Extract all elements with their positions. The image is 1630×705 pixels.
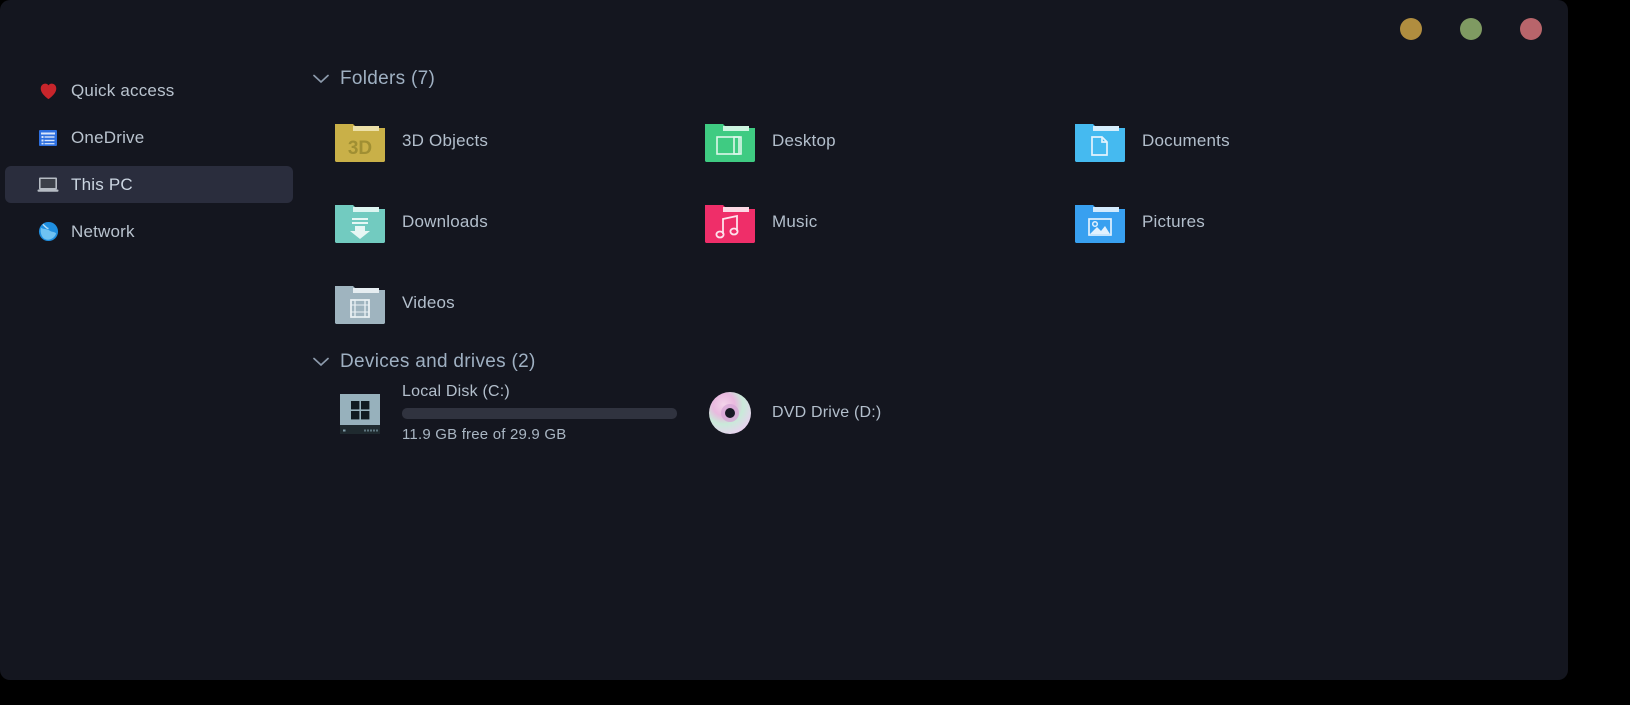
sidebar-item-label: Quick access	[71, 80, 175, 100]
folder-tile-label: Documents	[1142, 130, 1230, 150]
network-globe-icon	[37, 221, 59, 243]
drive-name: Local Disk (C:)	[402, 383, 510, 400]
chevron-down-icon[interactable]	[310, 68, 332, 90]
drive-name: DVD Drive (D:)	[772, 404, 882, 421]
folder-tile-label: Desktop	[772, 130, 836, 150]
drives-list: Local Disk (C:) 11.9 GB free of 29.9 GB	[330, 383, 1568, 443]
folder-tile-label: Music	[772, 211, 818, 231]
sidebar-item-onedrive[interactable]: OneDrive	[5, 119, 293, 156]
folder-desktop-icon	[700, 111, 760, 171]
folder-music-icon	[700, 192, 760, 252]
folder-pictures-icon	[1070, 192, 1130, 252]
folder-tile-label: Downloads	[402, 211, 488, 231]
file-explorer-window: Quick access OneDrive This PC Network Fo…	[0, 0, 1568, 680]
folder-videos-icon	[330, 273, 390, 333]
folder-tile-downloads[interactable]: Downloads	[330, 181, 700, 262]
drive-free-space: 11.9 GB free of 29.9 GB	[402, 426, 567, 443]
chevron-down-icon[interactable]	[310, 351, 332, 373]
folders-group-header[interactable]: Folders (7)	[310, 64, 1568, 94]
heart-icon	[37, 80, 59, 102]
folder-tile-desktop[interactable]: Desktop	[700, 100, 1070, 181]
local-disk-icon	[330, 383, 390, 443]
window-controls	[1400, 18, 1542, 40]
minimize-button[interactable]	[1400, 18, 1422, 40]
drives-group-header[interactable]: Devices and drives (2)	[310, 347, 1568, 377]
sidebar-item-label: This PC	[71, 174, 133, 194]
folder-downloads-icon	[330, 192, 390, 252]
close-button[interactable]	[1520, 18, 1542, 40]
folder-3d-objects-icon: 3D	[330, 111, 390, 171]
capacity-bar	[402, 408, 677, 419]
folder-documents-icon	[1070, 111, 1130, 171]
title-bar	[0, 0, 1568, 58]
drive-info: Local Disk (C:) 11.9 GB free of 29.9 GB	[402, 383, 677, 443]
drives-group-title: Devices and drives (2)	[340, 351, 536, 372]
drive-item-local-disk[interactable]: Local Disk (C:) 11.9 GB free of 29.9 GB	[330, 383, 700, 443]
sidebar-item-quick-access[interactable]: Quick access	[5, 72, 293, 109]
sidebar-item-this-pc[interactable]: This PC	[5, 166, 293, 203]
content-pane: Folders (7) 3D 3D Objects Desktop Docume…	[298, 58, 1568, 680]
folder-tile-3d-objects[interactable]: 3D 3D Objects	[330, 100, 700, 181]
folder-tile-documents[interactable]: Documents	[1070, 100, 1440, 181]
sidebar-item-network[interactable]: Network	[5, 213, 293, 250]
folders-group-title: Folders (7)	[340, 68, 436, 89]
folder-tile-pictures[interactable]: Pictures	[1070, 181, 1440, 262]
folder-tile-label: Videos	[402, 292, 455, 312]
sidebar-item-label: Network	[71, 221, 135, 241]
maximize-button[interactable]	[1460, 18, 1482, 40]
svg-text:3D: 3D	[348, 138, 372, 159]
drive-item-dvd-drive[interactable]: DVD Drive (D:)	[700, 383, 881, 443]
folder-tile-label: 3D Objects	[402, 130, 489, 150]
folder-tile-music[interactable]: Music	[700, 181, 1070, 262]
this-pc-icon	[37, 174, 59, 196]
folder-tile-videos[interactable]: Videos	[330, 262, 700, 343]
folders-grid: 3D 3D Objects Desktop Documents Download…	[330, 100, 1568, 343]
drive-info: DVD Drive (D:)	[772, 404, 881, 422]
dvd-drive-icon	[700, 383, 760, 443]
onedrive-icon	[37, 127, 59, 149]
navigation-sidebar: Quick access OneDrive This PC Network	[0, 58, 298, 680]
sidebar-item-label: OneDrive	[71, 127, 145, 147]
folder-tile-label: Pictures	[1142, 211, 1206, 231]
